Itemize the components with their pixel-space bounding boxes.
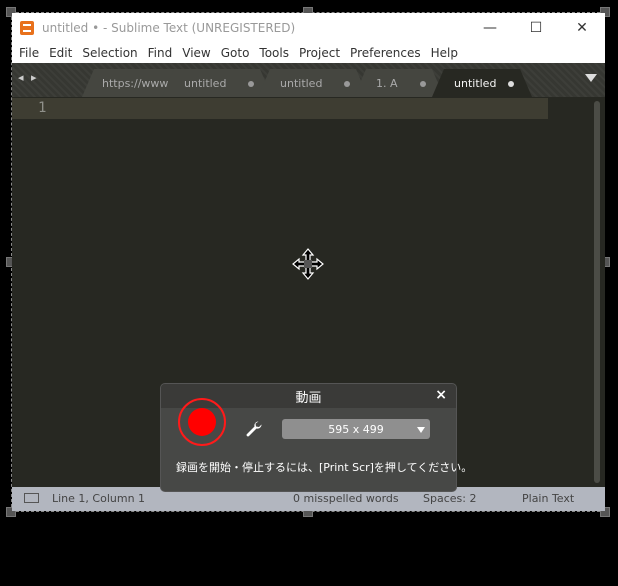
current-line-highlight	[12, 98, 548, 119]
menu-project[interactable]: Project	[299, 46, 340, 60]
window-title: untitled • - Sublime Text (UNREGISTERED)	[42, 21, 296, 35]
menu-file[interactable]: File	[19, 46, 39, 60]
tab-label: untitled	[184, 76, 227, 90]
vertical-scrollbar[interactable]	[594, 101, 600, 483]
capture-size-select[interactable]: 595 x 499	[282, 419, 430, 439]
menu-help[interactable]: Help	[431, 46, 458, 60]
syntax-status[interactable]: Plain Text	[522, 492, 574, 505]
tab-3[interactable]: 1. A	[354, 69, 444, 97]
record-button[interactable]	[178, 398, 226, 446]
capture-size-value: 595 x 499	[328, 422, 384, 436]
recorder-close-button[interactable]: ×	[435, 387, 447, 403]
minimize-button[interactable]: —	[467, 13, 513, 43]
move-cursor-icon	[292, 248, 324, 280]
spelling-status: 0 misspelled words	[293, 492, 399, 505]
title-bar[interactable]: untitled • - Sublime Text (UNREGISTERED)…	[12, 13, 605, 43]
menu-find[interactable]: Find	[148, 46, 173, 60]
menu-preferences[interactable]: Preferences	[350, 46, 421, 60]
chevron-down-icon	[417, 427, 425, 433]
tab-active[interactable]: untitled	[432, 69, 532, 97]
tab-1[interactable]: untitled	[162, 69, 272, 97]
close-button[interactable]: ✕	[559, 13, 605, 43]
tab-2[interactable]: untitled	[258, 69, 368, 97]
tab-nav-arrows-icon[interactable]: ◂ ▸	[18, 71, 39, 84]
maximize-button[interactable]: ☐	[513, 13, 559, 43]
menu-view[interactable]: View	[182, 46, 210, 60]
menu-bar: File Edit Selection Find View Goto Tools…	[12, 43, 605, 63]
recorder-hint: 録画を開始・停止するには、[Print Scr]を押してください。	[176, 461, 473, 474]
tab-label: untitled	[280, 76, 323, 90]
panel-toggle-icon[interactable]	[24, 493, 39, 503]
window-controls: — ☐ ✕	[467, 13, 605, 43]
menu-tools[interactable]: Tools	[259, 46, 289, 60]
tab-modified-dot-icon[interactable]	[344, 81, 350, 87]
menu-goto[interactable]: Goto	[221, 46, 250, 60]
tab-modified-dot-icon[interactable]	[508, 81, 514, 87]
tab-label: 1. A	[376, 76, 398, 90]
tab-dropdown-icon[interactable]	[585, 74, 597, 82]
tab-modified-dot-icon[interactable]	[248, 81, 254, 87]
wrench-icon[interactable]	[245, 420, 263, 438]
cursor-position: Line 1, Column 1	[52, 492, 146, 505]
tab-label: untitled	[454, 76, 497, 90]
line-number: 1	[38, 100, 47, 116]
tab-bar: ◂ ▸ https://www.y untitled untitled 1. A…	[12, 63, 605, 97]
tab-modified-dot-icon[interactable]	[420, 81, 426, 87]
recorder-panel: 動画 × 595 x 499 録画を開始・停止するには、[Print Scr]を…	[161, 384, 472, 491]
indentation-status[interactable]: Spaces: 2	[423, 492, 476, 505]
sublime-app-icon	[20, 21, 34, 35]
record-icon	[188, 408, 216, 436]
menu-edit[interactable]: Edit	[49, 46, 72, 60]
menu-selection[interactable]: Selection	[82, 46, 137, 60]
